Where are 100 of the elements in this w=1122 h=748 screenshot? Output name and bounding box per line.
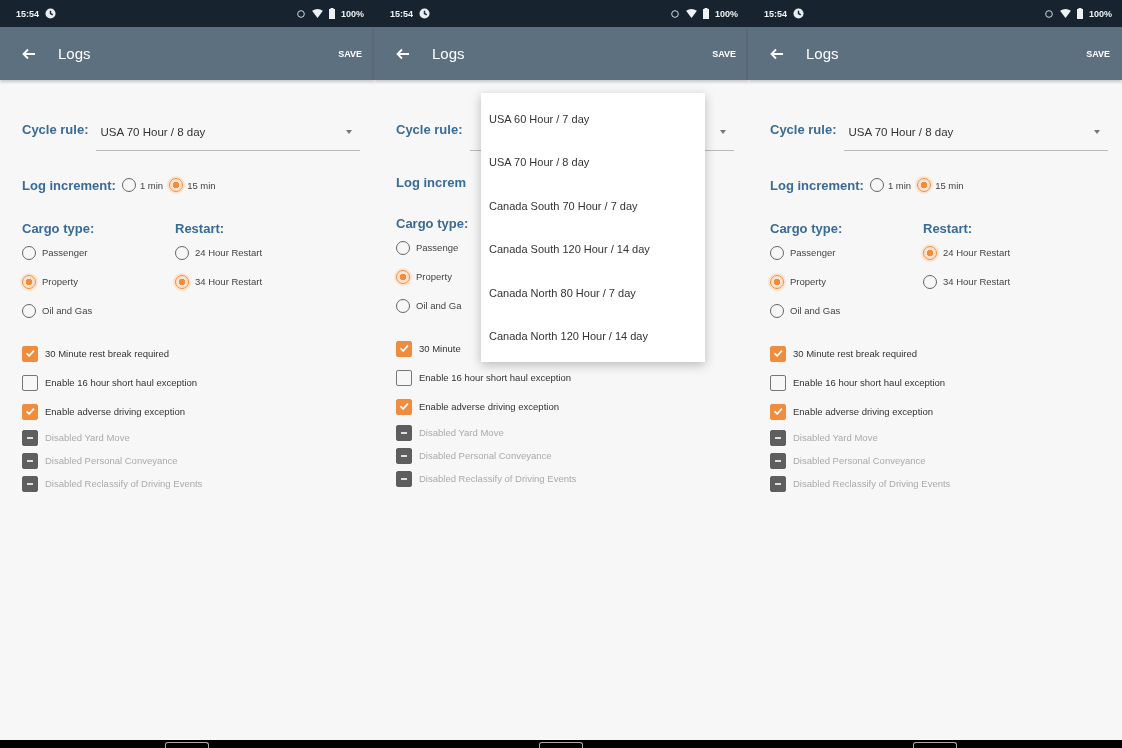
dash-icon <box>775 459 781 462</box>
checkbox-label: 30 Minute rest break required <box>45 348 170 359</box>
checkbox-label: Enable 16 hour short haul exception <box>45 377 198 388</box>
radio-label: Property <box>42 276 78 287</box>
dash-icon <box>775 436 781 439</box>
radio-button[interactable] <box>22 274 36 289</box>
battery-icon <box>1076 8 1083 19</box>
checkmark-icon <box>399 403 409 410</box>
home-pill-icon[interactable] <box>913 742 957 748</box>
radio-button[interactable] <box>917 178 932 192</box>
radio-label: Oil and Gas <box>790 305 841 316</box>
radio-label: 34 Hour Restart <box>195 276 263 287</box>
cargo-type-label: Cargo type: <box>22 221 96 236</box>
checkbox[interactable] <box>770 374 786 391</box>
checkbox[interactable] <box>396 369 412 386</box>
checkbox-label: Enable 16 hour short haul exception <box>793 377 946 388</box>
checkbox-label: Disabled Yard Move <box>793 432 878 443</box>
log-increment-label: Log increm <box>396 175 467 190</box>
checkbox[interactable] <box>770 345 786 362</box>
radio-button[interactable] <box>175 274 189 289</box>
checkbox-label: Disabled Personal Conveyance <box>45 455 178 466</box>
battery-percent: 100% <box>1088 8 1112 19</box>
back-arrow-icon[interactable] <box>770 47 784 60</box>
checkbox[interactable] <box>22 374 38 391</box>
dash-icon <box>27 482 33 485</box>
menu-item[interactable]: USA 60 Hour / 7 day <box>481 97 705 141</box>
status-time: 15:54 <box>390 8 414 19</box>
save-button[interactable]: SAVE <box>712 48 736 59</box>
radio-button[interactable] <box>770 274 784 289</box>
checkbox-label: Enable adverse driving exception <box>793 406 933 417</box>
radio-label: 24 Hour Restart <box>943 247 1011 258</box>
radio-label: Passenge <box>416 242 459 253</box>
restart-label: Restart: <box>175 221 226 236</box>
checkbox-label: Disabled Reclassify of Driving Events <box>45 478 203 489</box>
home-pill-icon[interactable] <box>539 742 583 748</box>
checkbox-label: Disabled Personal Conveyance <box>793 455 926 466</box>
back-arrow-icon[interactable] <box>396 47 410 60</box>
cargo-type-label: Cargo type: <box>396 216 470 231</box>
dash-icon <box>401 477 407 480</box>
cargo-type-label: Cargo type: <box>770 221 844 236</box>
checkbox-label: Disabled Yard Move <box>419 427 504 438</box>
radio-label: Property <box>790 276 826 287</box>
radio-button[interactable] <box>169 178 184 192</box>
cycle-rule-label: Cycle rule: <box>22 122 89 139</box>
battery-icon <box>328 8 335 19</box>
log-increment-label: Log increment: <box>770 177 864 193</box>
dash-icon <box>27 459 33 462</box>
checkmark-icon <box>773 350 783 357</box>
checkbox-label: 30 Minute <box>419 343 461 354</box>
checkmark-icon <box>25 350 35 357</box>
checkbox[interactable] <box>396 340 412 357</box>
radio-label: Passenger <box>42 247 88 258</box>
battery-percent: 100% <box>340 8 364 19</box>
back-arrow-icon[interactable] <box>22 47 36 60</box>
checkbox[interactable] <box>22 403 38 420</box>
checkmark-icon <box>773 408 783 415</box>
radio-label: 15 min <box>935 179 964 191</box>
wifi-icon <box>311 9 323 18</box>
radio-label: Oil and Gas <box>42 305 93 316</box>
dash-icon <box>401 454 407 457</box>
checkbox[interactable] <box>22 345 38 362</box>
radio-label: Property <box>416 271 452 282</box>
menu-item[interactable]: Canada South 70 Hour / 7 day <box>481 184 705 228</box>
checkbox[interactable] <box>396 398 412 415</box>
menu-item[interactable]: Canada North 80 Hour / 7 day <box>481 271 705 315</box>
checkbox-label: 30 Minute rest break required <box>793 348 918 359</box>
checkbox-label: Enable 16 hour short haul exception <box>419 372 572 383</box>
dash-icon <box>401 431 407 434</box>
radio-label: 24 Hour Restart <box>195 247 263 258</box>
checkbox-label: Disabled Reclassify of Driving Events <box>793 478 951 489</box>
checkbox-label: Enable adverse driving exception <box>419 401 559 412</box>
save-button[interactable]: SAVE <box>338 48 362 59</box>
cycle-rule-label: Cycle rule: <box>396 122 463 139</box>
radio-button[interactable] <box>923 245 937 260</box>
dash-icon <box>27 436 33 439</box>
restart-label: Restart: <box>923 221 974 236</box>
checkmark-icon <box>399 345 409 352</box>
screen-title: Logs <box>806 45 840 62</box>
cycle-rule-dropdown[interactable]: USA 70 Hour / 8 day <box>96 114 360 151</box>
radio-label: 15 min <box>187 179 216 191</box>
log-increment-label: Log increment: <box>22 177 116 193</box>
dash-icon <box>775 482 781 485</box>
caret-icon <box>1094 130 1100 134</box>
home-pill-icon[interactable] <box>165 742 209 748</box>
radio-label: 34 Hour Restart <box>943 276 1011 287</box>
cycle-rule-dropdown[interactable]: USA 70 Hour / 8 day <box>844 114 1108 151</box>
wifi-icon <box>685 9 697 18</box>
menu-item[interactable]: USA 70 Hour / 8 day <box>481 140 705 184</box>
checkbox[interactable] <box>770 403 786 420</box>
checkbox-label: Enable adverse driving exception <box>45 406 185 417</box>
screen-title: Logs <box>432 45 466 62</box>
battery-percent: 100% <box>714 8 738 19</box>
checkbox-label: Disabled Yard Move <box>45 432 130 443</box>
screen-title: Logs <box>58 45 92 62</box>
save-button[interactable]: SAVE <box>1086 48 1110 59</box>
radio-label: 1 min <box>139 179 164 191</box>
menu-item[interactable]: Canada South 120 Hour / 14 day <box>481 227 705 271</box>
radio-button[interactable] <box>396 269 410 284</box>
caret-icon <box>346 130 352 134</box>
menu-item[interactable]: Canada North 120 Hour / 14 day <box>481 314 705 358</box>
